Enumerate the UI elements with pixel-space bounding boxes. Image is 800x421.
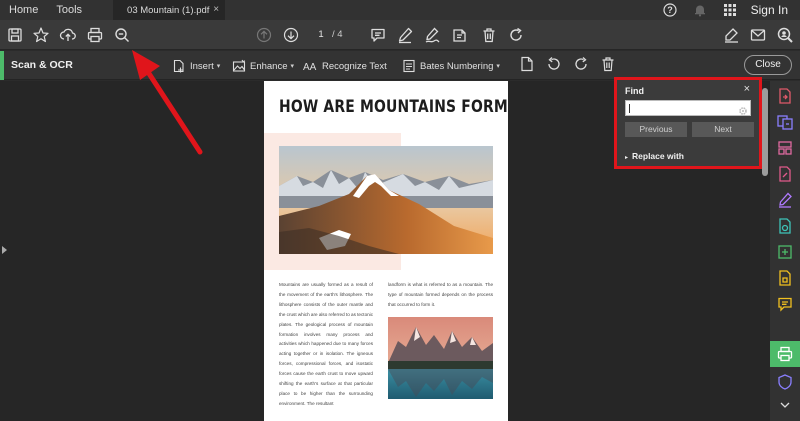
bell-icon[interactable] <box>691 1 709 19</box>
comment-tool-icon[interactable] <box>776 295 794 313</box>
stamp-icon[interactable] <box>450 26 468 44</box>
mountain-lake-image <box>388 317 493 399</box>
cloud-upload-icon[interactable] <box>59 26 77 44</box>
right-tools-sidebar <box>770 81 800 421</box>
article-column-1: Mountains are usually formed as a result… <box>279 282 373 406</box>
email-icon[interactable] <box>749 26 767 44</box>
gear-icon[interactable] <box>738 103 748 121</box>
menu-home[interactable]: Home <box>0 0 47 20</box>
save-icon[interactable] <box>6 26 24 44</box>
compress-icon[interactable] <box>776 243 794 261</box>
scan-ocr-title: Scan & OCR <box>11 59 73 71</box>
sign-in-link[interactable]: Sign In <box>751 3 788 17</box>
print-production-icon[interactable] <box>776 345 794 363</box>
search-user-icon[interactable] <box>776 26 794 44</box>
fill-sign-icon[interactable] <box>776 191 794 209</box>
chevron-down-icon: ▾ <box>290 63 295 70</box>
svg-text:AA: AA <box>303 62 317 73</box>
trash-icon[interactable] <box>480 26 498 44</box>
close-icon[interactable]: × <box>744 83 750 95</box>
menu-tools[interactable]: Tools <box>47 0 91 20</box>
combine-files-icon[interactable] <box>776 113 794 131</box>
insert-dropdown[interactable]: Insert ▾ <box>172 58 220 74</box>
search-zoom-icon[interactable] <box>113 26 131 44</box>
draw-sign-icon[interactable] <box>423 26 441 44</box>
main-toolbar: 1 / 4 <box>0 20 800 50</box>
replace-with-toggle[interactable]: ▸ Replace with <box>625 151 684 161</box>
redo-icon[interactable] <box>507 26 525 44</box>
apps-grid-icon[interactable] <box>721 1 739 19</box>
close-tab-icon[interactable]: × <box>213 4 219 15</box>
insert-page-icon <box>173 59 184 73</box>
active-tool-indicator <box>0 51 4 80</box>
bates-numbering-dropdown[interactable]: Bates Numbering ▾ <box>402 58 500 74</box>
export-pdf-icon[interactable] <box>776 87 794 105</box>
star-icon[interactable] <box>32 26 50 44</box>
find-previous-button[interactable]: Previous <box>625 122 687 137</box>
protect-icon[interactable] <box>776 217 794 235</box>
recognize-text-label: Recognize Text <box>322 60 387 72</box>
document-tab[interactable]: 03 Mountain (1).pdf × <box>113 0 226 20</box>
chevron-right-icon: ▸ <box>625 155 629 161</box>
mountain-ridge-image <box>279 146 493 254</box>
close-tool-button[interactable]: Close <box>744 55 792 75</box>
help-icon[interactable]: ? <box>661 1 679 19</box>
article-column-2: landform is what is referred to as a mou… <box>388 282 493 307</box>
rotate-left-icon[interactable] <box>546 56 564 74</box>
find-panel: Find × Previous Next ▸ Replace with <box>614 77 762 169</box>
crop-page-icon[interactable] <box>519 56 537 74</box>
organize-pages-icon[interactable] <box>776 139 794 157</box>
stamp-tool-icon[interactable] <box>776 269 794 287</box>
chevron-down-icon[interactable] <box>776 399 794 413</box>
rotate-right-icon[interactable] <box>573 56 591 74</box>
find-next-button[interactable]: Next <box>692 122 754 137</box>
text-cursor <box>629 104 630 113</box>
highlight-pen-icon[interactable] <box>396 26 414 44</box>
document-page: HOW ARE MOUNTAINS FORMED? <box>264 81 508 421</box>
enhance-dropdown[interactable]: Enhance ▾ <box>232 58 294 74</box>
document-tab-label: 03 Mountain (1).pdf <box>127 4 210 16</box>
page-total: / 4 <box>332 29 343 40</box>
print-icon[interactable] <box>86 26 104 44</box>
insert-label: Insert <box>190 60 214 72</box>
bates-document-icon <box>403 59 415 73</box>
edit-pdf-icon[interactable] <box>776 165 794 183</box>
replace-with-label: Replace with <box>632 151 684 161</box>
bates-numbering-label: Bates Numbering <box>420 60 494 72</box>
expand-panel-handle[interactable] <box>2 246 7 254</box>
chevron-down-icon: ▾ <box>216 63 221 70</box>
pen-link-icon[interactable] <box>722 26 740 44</box>
text-recognition-icon: AA <box>303 62 317 73</box>
previous-page-icon[interactable] <box>255 26 273 44</box>
recognize-text-button[interactable]: AA Recognize Text <box>303 58 387 74</box>
find-title: Find <box>625 86 644 96</box>
next-page-icon[interactable] <box>282 26 300 44</box>
enhance-label: Enhance <box>250 60 288 72</box>
menu-bar: Home Tools 03 Mountain (1).pdf × ? Sign … <box>0 0 800 20</box>
comment-icon[interactable] <box>369 26 387 44</box>
scan-ocr-toolbar: Scan & OCR Insert ▾ Enhance ▾ AA Recogni… <box>0 51 800 80</box>
shield-icon[interactable] <box>776 373 794 391</box>
enhance-image-icon <box>232 59 246 72</box>
find-search-input[interactable] <box>625 100 751 116</box>
delete-page-icon[interactable] <box>600 56 618 74</box>
document-title: HOW ARE MOUNTAINS FORMED? <box>279 97 508 117</box>
vertical-scrollbar[interactable] <box>762 88 768 176</box>
chevron-down-icon: ▾ <box>496 63 500 70</box>
page-number-input[interactable]: 1 <box>310 28 332 42</box>
svg-text:?: ? <box>667 5 673 15</box>
